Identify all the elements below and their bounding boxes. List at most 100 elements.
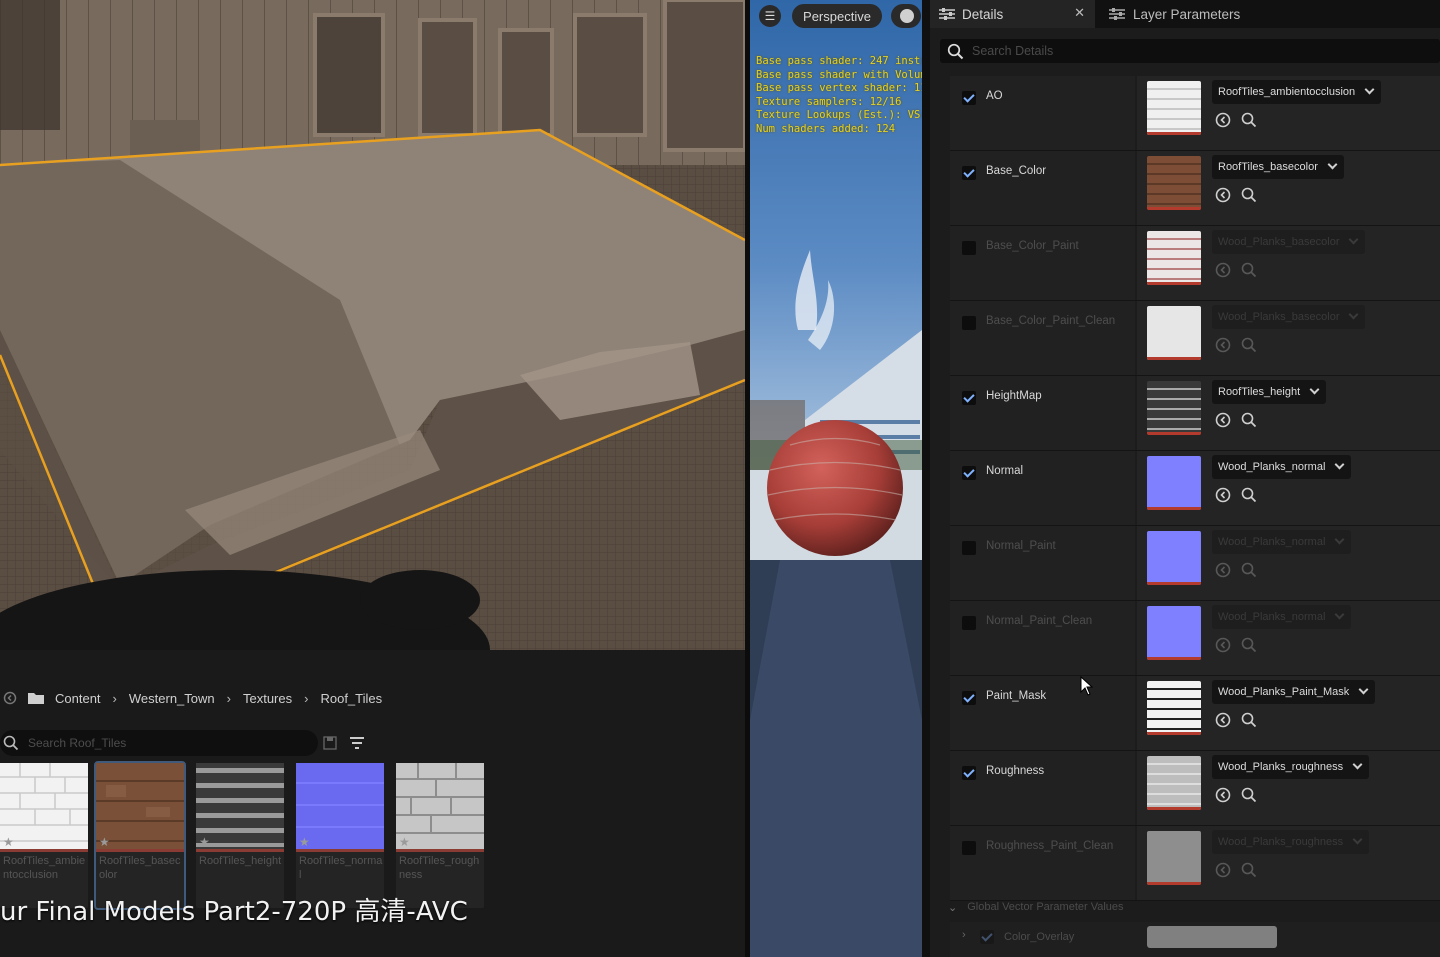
history-back-icon[interactable]	[3, 691, 17, 705]
browse-to-asset-icon[interactable]	[1241, 787, 1257, 803]
asset-tile-height[interactable]: ★ RoofTiles_height	[196, 763, 284, 908]
reset-to-default-icon[interactable]	[1215, 337, 1231, 353]
param-enable-checkbox[interactable]	[980, 930, 994, 944]
texture-thumbnail[interactable]	[1147, 531, 1201, 585]
texture-asset-dropdown[interactable]: Wood_Planks_basecolor	[1212, 230, 1366, 254]
browse-to-asset-icon[interactable]	[1241, 412, 1257, 428]
texture-thumbnail[interactable]	[1147, 156, 1201, 210]
stat-line: Base pass shader: 247 instructi	[756, 55, 922, 67]
tab-details[interactable]: Details ✕	[930, 0, 1095, 28]
param-label: AO	[986, 90, 1003, 102]
star-icon[interactable]: ★	[199, 835, 210, 849]
texture-asset-name: RoofTiles_ambientocclusion	[1218, 86, 1356, 98]
details-search-input[interactable]: Search Details	[940, 39, 1440, 63]
star-icon[interactable]: ★	[399, 835, 410, 849]
texture-thumbnail[interactable]	[1147, 81, 1201, 135]
browse-to-asset-icon[interactable]	[1241, 112, 1257, 128]
texture-asset-dropdown[interactable]: Wood_Planks_roughness	[1212, 755, 1370, 779]
breadcrumb-item-western-town[interactable]: Western_Town	[129, 691, 215, 706]
texture-asset-dropdown[interactable]: Wood_Planks_normal	[1212, 455, 1352, 479]
param-enable-checkbox[interactable]	[962, 466, 976, 480]
level-viewport[interactable]	[0, 0, 745, 650]
reset-to-default-icon[interactable]	[1215, 862, 1231, 878]
param-enable-checkbox[interactable]	[962, 691, 976, 705]
tab-layer-parameters[interactable]: Layer Parameters	[1102, 0, 1440, 28]
texture-thumbnail[interactable]	[1147, 306, 1201, 360]
asset-type-bar	[296, 849, 384, 852]
param-name-cell: Normal_Paint	[950, 526, 1135, 600]
browse-to-asset-icon[interactable]	[1241, 262, 1257, 278]
param-enable-checkbox[interactable]	[962, 391, 976, 405]
texture-asset-dropdown[interactable]: Wood_Planks_roughness	[1212, 830, 1370, 854]
param-enable-checkbox[interactable]	[962, 841, 976, 855]
content-search-input[interactable]: Search Roof_Tiles	[0, 730, 318, 756]
breadcrumb-item-textures[interactable]: Textures	[243, 691, 292, 706]
filter-icon[interactable]	[349, 735, 367, 751]
param-enable-checkbox[interactable]	[962, 766, 976, 780]
reset-to-default-icon[interactable]	[1215, 562, 1231, 578]
save-search-icon[interactable]	[323, 736, 337, 750]
reset-to-default-icon[interactable]	[1215, 487, 1231, 503]
browse-to-asset-icon[interactable]	[1241, 187, 1257, 203]
param-enable-checkbox[interactable]	[962, 166, 976, 180]
texture-thumbnail[interactable]	[1147, 831, 1201, 885]
param-name-cell: Normal_Paint_Clean	[950, 601, 1135, 675]
star-icon[interactable]: ★	[99, 835, 110, 849]
param-name-cell: Roughness	[950, 751, 1135, 825]
texture-asset-dropdown[interactable]: RoofTiles_ambientocclusion	[1212, 80, 1382, 104]
color-swatch[interactable]	[1147, 926, 1277, 948]
param-value-cell: Wood_Planks_basecolor	[1137, 226, 1440, 300]
param-enable-checkbox[interactable]	[962, 91, 976, 105]
star-icon[interactable]: ★	[299, 835, 310, 849]
browse-to-asset-icon[interactable]	[1241, 337, 1257, 353]
texture-asset-dropdown[interactable]: Wood_Planks_normal	[1212, 530, 1352, 554]
reset-to-default-icon[interactable]	[1215, 637, 1231, 653]
browse-to-asset-icon[interactable]	[1241, 562, 1257, 578]
breadcrumb-item-content[interactable]: Content	[55, 691, 101, 706]
param-enable-checkbox[interactable]	[962, 541, 976, 555]
panel-splitter[interactable]	[922, 0, 930, 957]
chevron-down-icon	[1352, 759, 1363, 770]
asset-tile-normal[interactable]: ★ RoofTiles_normal	[296, 763, 384, 908]
param-enable-checkbox[interactable]	[962, 316, 976, 330]
hamburger-menu-icon[interactable]: ☰	[759, 5, 781, 27]
reset-to-default-icon[interactable]	[1215, 112, 1231, 128]
texture-asset-dropdown[interactable]: Wood_Planks_Paint_Mask	[1212, 680, 1376, 704]
browse-to-asset-icon[interactable]	[1241, 712, 1257, 728]
texture-thumbnail[interactable]	[1147, 606, 1201, 660]
reset-to-default-icon[interactable]	[1215, 412, 1231, 428]
texture-thumbnail[interactable]	[1147, 231, 1201, 285]
texture-asset-dropdown[interactable]: Wood_Planks_basecolor	[1212, 305, 1366, 329]
browse-to-asset-icon[interactable]	[1241, 487, 1257, 503]
reset-to-default-icon[interactable]	[1215, 787, 1231, 803]
asset-type-bar	[396, 849, 484, 852]
texture-asset-dropdown[interactable]: RoofTiles_height	[1212, 380, 1327, 404]
asset-tile-ambientocclusion[interactable]: ★ RoofTiles_ambientocclusion	[0, 763, 88, 908]
view-mode-button[interactable]	[891, 4, 921, 28]
close-icon[interactable]: ✕	[1074, 5, 1085, 21]
texture-asset-dropdown[interactable]: Wood_Planks_normal	[1212, 605, 1352, 629]
texture-thumbnail[interactable]	[1147, 681, 1201, 735]
star-icon[interactable]: ★	[3, 835, 14, 849]
reset-to-default-icon[interactable]	[1215, 712, 1231, 728]
perspective-view-button[interactable]: Perspective	[792, 4, 882, 28]
folder-icon	[28, 693, 44, 704]
texture-thumbnail[interactable]	[1147, 756, 1201, 810]
texture-asset-name: Wood_Planks_roughness	[1218, 761, 1344, 773]
param-value-cell: Wood_Planks_normal	[1137, 451, 1440, 525]
texture-asset-dropdown[interactable]: RoofTiles_basecolor	[1212, 155, 1344, 179]
asset-tile-basecolor[interactable]: ★ RoofTiles_basecolor	[94, 761, 186, 910]
browse-to-asset-icon[interactable]	[1241, 862, 1257, 878]
material-preview-viewport[interactable]: ☰ Perspective Base pass shader: 247 inst…	[750, 0, 922, 957]
texture-thumbnail[interactable]	[1147, 456, 1201, 510]
breadcrumb-item-roof-tiles[interactable]: Roof_Tiles	[320, 691, 382, 706]
param-enable-checkbox[interactable]	[962, 616, 976, 630]
global-vector-section-header[interactable]: ⌄ Global Vector Parameter Values	[950, 894, 1440, 920]
chevron-right-icon[interactable]: ›	[962, 929, 966, 941]
reset-to-default-icon[interactable]	[1215, 187, 1231, 203]
reset-to-default-icon[interactable]	[1215, 262, 1231, 278]
texture-thumbnail[interactable]	[1147, 381, 1201, 435]
browse-to-asset-icon[interactable]	[1241, 637, 1257, 653]
param-enable-checkbox[interactable]	[962, 241, 976, 255]
asset-tile-roughness[interactable]: ★ RoofTiles_roughness	[396, 763, 484, 908]
